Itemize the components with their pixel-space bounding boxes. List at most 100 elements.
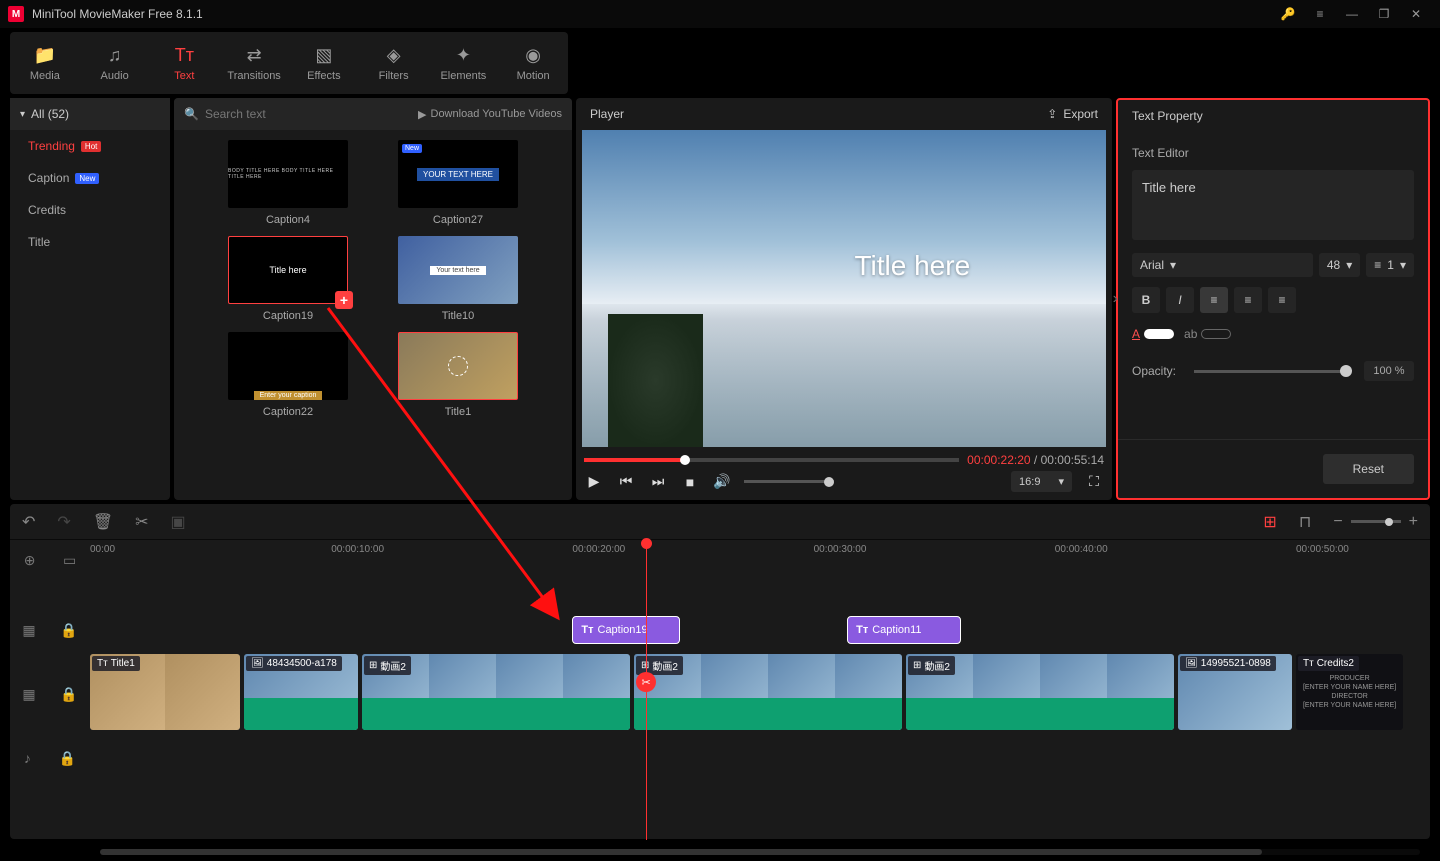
track-visibility-icon[interactable]: ▦ (22, 622, 35, 639)
highlight-color-button[interactable]: ab (1184, 327, 1231, 341)
prev-frame-button[interactable]: ⏮ (616, 473, 636, 490)
font-size-select[interactable]: 48▾ (1319, 253, 1360, 277)
zoom-slider[interactable] (1351, 520, 1401, 523)
line-height-select[interactable]: ≡1▾ (1366, 253, 1414, 277)
download-youtube-link[interactable]: ▶Download YouTube Videos (418, 108, 562, 121)
tab-media[interactable]: 📁Media (10, 32, 80, 94)
tab-effects[interactable]: ▧Effects (289, 32, 359, 94)
menu-icon[interactable]: ≡ (1304, 0, 1336, 28)
library-item[interactable]: Your text here Title10 (398, 236, 518, 322)
tab-motion[interactable]: ◉Motion (498, 32, 568, 94)
sidebar-item-trending[interactable]: TrendingHot (10, 130, 170, 162)
volume-icon[interactable]: 🔊 (712, 473, 732, 490)
video-clip[interactable]: 🖼48434500-a178 (244, 654, 358, 730)
add-track-icon[interactable]: ⊕ (24, 552, 36, 569)
reset-button[interactable]: Reset (1323, 454, 1414, 484)
crop-button[interactable]: ▣ (171, 512, 186, 532)
tab-filters[interactable]: ◈Filters (359, 32, 429, 94)
export-button[interactable]: ⇪Export (1047, 107, 1098, 121)
library-item-selected[interactable]: Title here+ Caption19 (228, 236, 348, 322)
export-icon: ⇪ (1047, 107, 1057, 121)
align-center-button[interactable]: ≡ (1234, 287, 1262, 313)
caption-clip[interactable]: TᴛCaption11 (847, 616, 961, 644)
tab-elements[interactable]: ✦Elements (429, 32, 499, 94)
ruler[interactable]: 00:00 00:00:10:00 00:00:20:00 00:00:30:0… (90, 540, 1430, 580)
text-editor-input[interactable] (1132, 170, 1414, 240)
playhead[interactable]: ✂ (646, 540, 647, 840)
align-left-button[interactable]: ≡ (1200, 287, 1228, 313)
maximize-icon[interactable]: ❐ (1368, 0, 1400, 28)
align-right-button[interactable]: ≡ (1268, 287, 1296, 313)
sidebar: ▾All (52) TrendingHot CaptionNew Credits… (10, 98, 170, 500)
library-item[interactable]: Enter your caption Caption22 (228, 332, 348, 418)
volume-slider[interactable] (744, 480, 834, 483)
motion-icon: ◉ (525, 45, 541, 66)
sidebar-item-title[interactable]: Title (10, 226, 170, 258)
tab-text[interactable]: TᴛText (150, 32, 220, 94)
add-button[interactable]: + (335, 291, 353, 309)
close-icon[interactable]: ✕ (1400, 0, 1432, 28)
opacity-slider[interactable] (1194, 370, 1346, 373)
filters-icon: ◈ (387, 45, 401, 66)
zoom-out-button[interactable]: − (1333, 513, 1342, 531)
split-button[interactable]: ✂ (135, 512, 148, 532)
text-color-button[interactable]: A (1132, 327, 1174, 341)
next-frame-button[interactable]: ⏭ (648, 473, 668, 490)
audio-track-icon[interactable]: ♪ (24, 750, 31, 766)
tab-transitions[interactable]: ⇄Transitions (219, 32, 289, 94)
image-icon: 🖼 (1185, 658, 1198, 669)
hot-badge: Hot (81, 141, 101, 152)
sidebar-item-caption[interactable]: CaptionNew (10, 162, 170, 194)
transitions-icon: ⇄ (247, 45, 262, 66)
video-clip[interactable]: ⊞動画2 (906, 654, 1174, 730)
thumbnail: NewYOUR TEXT HERE (398, 140, 518, 208)
caption-clip[interactable]: TᴛCaption19 (572, 616, 679, 644)
chevron-down-icon: ▾ (20, 109, 25, 120)
expand-chevron-icon[interactable]: › (1113, 290, 1118, 308)
bold-button[interactable]: B (1132, 287, 1160, 313)
sidebar-item-credits[interactable]: Credits (10, 194, 170, 226)
video-preview[interactable]: Title here (582, 130, 1106, 447)
library-item[interactable]: BODY TITLE HERE BODY TITLE HERE TITLE HE… (228, 140, 348, 226)
sidebar-all[interactable]: ▾All (52) (10, 98, 170, 130)
tab-audio[interactable]: ♫Audio (80, 32, 150, 94)
cut-icon[interactable]: ✂ (636, 672, 656, 692)
text-icon: Tᴛ (175, 45, 194, 66)
stop-button[interactable]: ■ (680, 474, 700, 490)
timeline-scrollbar[interactable] (100, 849, 1420, 855)
new-badge: New (75, 173, 99, 184)
snap-icon[interactable]: ⊞ (1263, 512, 1276, 532)
collapse-tracks-icon[interactable]: ▭ (63, 552, 76, 569)
undo-button[interactable]: ↶ (22, 512, 35, 532)
font-select[interactable]: Arial▾ (1132, 253, 1313, 277)
video-clip[interactable]: TᴛCredits2 PRODUCER [ENTER YOUR NAME HER… (1296, 654, 1403, 730)
minimize-icon[interactable]: — (1336, 0, 1368, 28)
library: 🔍Search text ▶Download YouTube Videos BO… (174, 98, 572, 500)
library-item[interactable]: Title1 (398, 332, 518, 418)
track-lock-icon[interactable]: 🔒 (60, 622, 77, 639)
thumbnail: Your text here (398, 236, 518, 304)
fullscreen-button[interactable]: ⛶ (1084, 473, 1104, 490)
zoom-in-button[interactable]: + (1409, 513, 1418, 531)
track-lock-icon[interactable]: 🔒 (60, 686, 77, 703)
redo-button[interactable]: ↷ (57, 512, 70, 532)
italic-button[interactable]: I (1166, 287, 1194, 313)
aspect-select[interactable]: 16:9▾ (1011, 471, 1072, 492)
magnet-icon[interactable]: ⊓ (1299, 512, 1311, 532)
track-visibility-icon[interactable]: ▦ (22, 686, 35, 703)
music-icon: ♫ (108, 45, 122, 66)
delete-button[interactable]: 🗑 (93, 512, 113, 532)
track-lock-icon[interactable]: 🔒 (59, 750, 76, 767)
key-icon[interactable]: 🔑 (1272, 0, 1304, 28)
text-icon: Tᴛ (856, 624, 868, 636)
library-item[interactable]: NewYOUR TEXT HERE Caption27 (398, 140, 518, 226)
video-clip[interactable]: TᴛTitle1 (90, 654, 240, 730)
video-clip[interactable]: ⊞動画2 (362, 654, 630, 730)
main-tabs: 📁Media ♫Audio TᴛText ⇄Transitions ▧Effec… (10, 32, 568, 94)
play-button[interactable]: ▶ (584, 473, 604, 490)
search-input[interactable]: 🔍Search text (184, 107, 418, 121)
chevron-down-icon: ▾ (1400, 258, 1406, 272)
video-clip[interactable]: 🖼14995521-0898 (1178, 654, 1292, 730)
seek-slider[interactable] (584, 458, 959, 462)
video-clip[interactable]: ⊞動画2 (634, 654, 902, 730)
